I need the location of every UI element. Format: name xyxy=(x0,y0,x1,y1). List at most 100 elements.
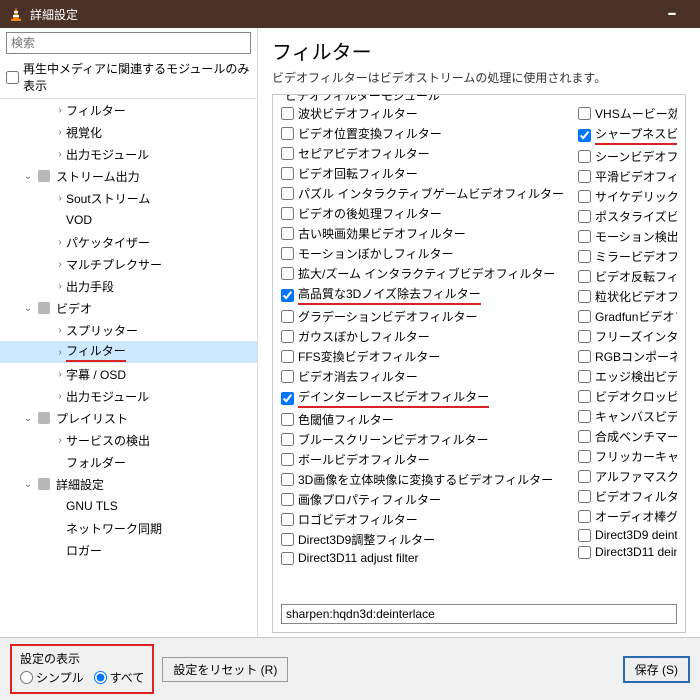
filter-checkbox-input[interactable] xyxy=(281,127,294,140)
filter-checkbox[interactable]: ビデオ反転フィルター xyxy=(578,268,677,285)
filter-checkbox-input[interactable] xyxy=(281,493,294,506)
filter-checkbox-input[interactable] xyxy=(578,210,591,223)
filter-checkbox[interactable]: Direct3D11 adjust filter xyxy=(281,551,564,565)
tree-item[interactable]: ロガー xyxy=(0,539,257,561)
filter-checkbox-input[interactable] xyxy=(578,190,591,203)
filter-checkbox-input[interactable] xyxy=(281,433,294,446)
filter-checkbox-input[interactable] xyxy=(578,510,591,523)
tree-item[interactable]: ›スプリッター xyxy=(0,319,257,341)
tree-item[interactable]: ›出力モジュール xyxy=(0,385,257,407)
filter-checkbox-input[interactable] xyxy=(578,107,591,120)
filter-checkbox-input[interactable] xyxy=(578,529,591,542)
filter-checkbox[interactable]: モーション検出ビデオフィルター xyxy=(578,228,677,245)
tree-item[interactable]: ›Soutストリーム xyxy=(0,187,257,209)
tree-item[interactable]: ⌄プレイリスト xyxy=(0,407,257,429)
filter-checkbox[interactable]: 古い映画効果ビデオフィルター xyxy=(281,225,564,242)
reset-button[interactable]: 設定をリセット (R) xyxy=(162,657,288,682)
filter-checkbox-input[interactable] xyxy=(281,207,294,220)
filter-checkbox[interactable]: ボールビデオフィルター xyxy=(281,451,564,468)
filter-checkbox[interactable]: アルファマスクビデオフィルター xyxy=(578,468,677,485)
filter-checkbox[interactable]: RGBコンポーネント抽出ビデオフィル xyxy=(578,348,677,365)
filter-checkbox[interactable]: エッジ検出ビデオフィルター xyxy=(578,368,677,385)
filter-checkbox[interactable]: 合成ベンチマークフィルター xyxy=(578,428,677,445)
filter-checkbox[interactable]: グラデーションビデオフィルター xyxy=(281,308,564,325)
filter-checkbox[interactable]: ビデオの後処理フィルター xyxy=(281,205,564,222)
filter-checkbox[interactable]: 粒状化ビデオフィルター xyxy=(578,288,677,305)
filter-checkbox[interactable]: セピアビデオフィルター xyxy=(281,145,564,162)
filter-string-input[interactable] xyxy=(281,604,677,624)
filter-checkbox[interactable]: ビデオ位置変換フィルター xyxy=(281,125,564,142)
radio-simple[interactable]: シンプル xyxy=(20,669,84,686)
settings-tree[interactable]: ›フィルター›視覚化›出力モジュール⌄ストリーム出力›SoutストリームVOD›… xyxy=(0,98,257,637)
filter-checkbox-input[interactable] xyxy=(578,350,591,363)
filter-checkbox[interactable]: フリーズインタラクティブビデオフィルタ xyxy=(578,328,677,345)
filter-checkbox[interactable]: オーディオ棒グラフビデオサブソース xyxy=(578,508,677,525)
filter-checkbox[interactable]: Direct3D9調整フィルター xyxy=(281,531,564,548)
tree-item[interactable]: ›出力手段 xyxy=(0,275,257,297)
filter-checkbox-input[interactable] xyxy=(578,390,591,403)
filter-checkbox[interactable]: ポスタライズビデオフィルター xyxy=(578,208,677,225)
filter-checkbox-input[interactable] xyxy=(281,330,294,343)
filter-checkbox-input[interactable] xyxy=(578,250,591,263)
module-only-input[interactable] xyxy=(6,71,19,84)
filter-checkbox[interactable]: シーンビデオフィルター xyxy=(578,148,677,165)
filter-checkbox[interactable]: Direct3D9 deinterlace filter xyxy=(578,528,677,542)
filter-checkbox-input[interactable] xyxy=(281,187,294,200)
filter-checkbox[interactable]: Direct3D11 deinterlace filter xyxy=(578,545,677,559)
tree-item[interactable]: ›出力モジュール xyxy=(0,143,257,165)
filter-checkbox-input[interactable] xyxy=(281,227,294,240)
filter-checkbox[interactable]: 色閾値フィルター xyxy=(281,411,564,428)
filter-checkbox[interactable]: 高品質な3Dノイズ除去フィルター xyxy=(281,285,564,305)
tree-item[interactable]: ›字幕 / OSD xyxy=(0,363,257,385)
tree-item[interactable]: ›視覚化 xyxy=(0,121,257,143)
filter-checkbox-input[interactable] xyxy=(578,129,591,142)
filter-checkbox-input[interactable] xyxy=(281,289,294,302)
tree-item[interactable]: GNU TLS xyxy=(0,495,257,517)
search-input[interactable] xyxy=(6,32,251,54)
filter-checkbox[interactable]: Gradfunビデオフィルター xyxy=(578,308,677,325)
filter-checkbox-input[interactable] xyxy=(281,533,294,546)
filter-checkbox[interactable]: 平滑ビデオフィルター xyxy=(578,168,677,185)
filter-checkbox[interactable]: 3D画像を立体映像に変換するビデオフィルター xyxy=(281,471,564,488)
filter-checkbox-input[interactable] xyxy=(281,107,294,120)
tree-item[interactable]: ⌄詳細設定 xyxy=(0,473,257,495)
filter-checkbox[interactable]: 波状ビデオフィルター xyxy=(281,105,564,122)
filter-checkbox-input[interactable] xyxy=(281,370,294,383)
filter-checkbox[interactable]: ガウスぼかしフィルター xyxy=(281,328,564,345)
filter-checkbox-input[interactable] xyxy=(578,370,591,383)
filter-checkbox-input[interactable] xyxy=(578,270,591,283)
minimize-button[interactable]: ━ xyxy=(652,0,692,28)
tree-item[interactable]: ›フィルター xyxy=(0,341,257,363)
filter-checkbox-input[interactable] xyxy=(281,167,294,180)
filter-checkbox-input[interactable] xyxy=(281,513,294,526)
filter-checkbox-input[interactable] xyxy=(578,170,591,183)
filter-checkbox[interactable]: 拡大/ズーム インタラクティブビデオフィルター xyxy=(281,265,564,282)
filter-checkbox-input[interactable] xyxy=(281,413,294,426)
filter-checkbox[interactable]: ビデオフィルターモジュールのチェーン xyxy=(578,488,677,505)
filter-checkbox[interactable]: ブルースクリーンビデオフィルター xyxy=(281,431,564,448)
filter-checkbox[interactable]: デインターレースビデオフィルター xyxy=(281,388,564,408)
filter-checkbox[interactable]: ミラービデオフィルター xyxy=(578,248,677,265)
filter-checkbox-input[interactable] xyxy=(281,267,294,280)
filter-checkbox[interactable]: VHSムービー効果ビデオフィルター xyxy=(578,105,677,122)
filter-checkbox-input[interactable] xyxy=(281,310,294,323)
filter-checkbox[interactable]: シャープネスビデオフィルター xyxy=(578,125,677,145)
filter-checkbox-input[interactable] xyxy=(578,490,591,503)
filter-checkbox[interactable]: フリッカーキャンセルビデオフィルター xyxy=(578,448,677,465)
filter-checkbox[interactable]: キャンバスビデオフィルター xyxy=(578,408,677,425)
filter-checkbox-input[interactable] xyxy=(281,350,294,363)
filter-checkbox-input[interactable] xyxy=(578,450,591,463)
filter-checkbox[interactable]: サイケデリックビデオフィルター xyxy=(578,188,677,205)
tree-item[interactable]: ›サービスの検出 xyxy=(0,429,257,451)
tree-item[interactable]: ⌄ストリーム出力 xyxy=(0,165,257,187)
module-only-checkbox[interactable]: 再生中メディアに関連するモジュールのみ表示 xyxy=(0,58,257,98)
filter-checkbox[interactable]: 画像プロパティフィルター xyxy=(281,491,564,508)
tree-item[interactable]: ›マルチプレクサー xyxy=(0,253,257,275)
filter-checkbox-input[interactable] xyxy=(578,546,591,559)
filter-checkbox-input[interactable] xyxy=(578,410,591,423)
filter-checkbox-input[interactable] xyxy=(578,230,591,243)
tree-item[interactable]: フォルダー xyxy=(0,451,257,473)
filter-checkbox-input[interactable] xyxy=(578,290,591,303)
tree-item[interactable]: ネットワーク同期 xyxy=(0,517,257,539)
filter-checkbox-input[interactable] xyxy=(281,392,294,405)
